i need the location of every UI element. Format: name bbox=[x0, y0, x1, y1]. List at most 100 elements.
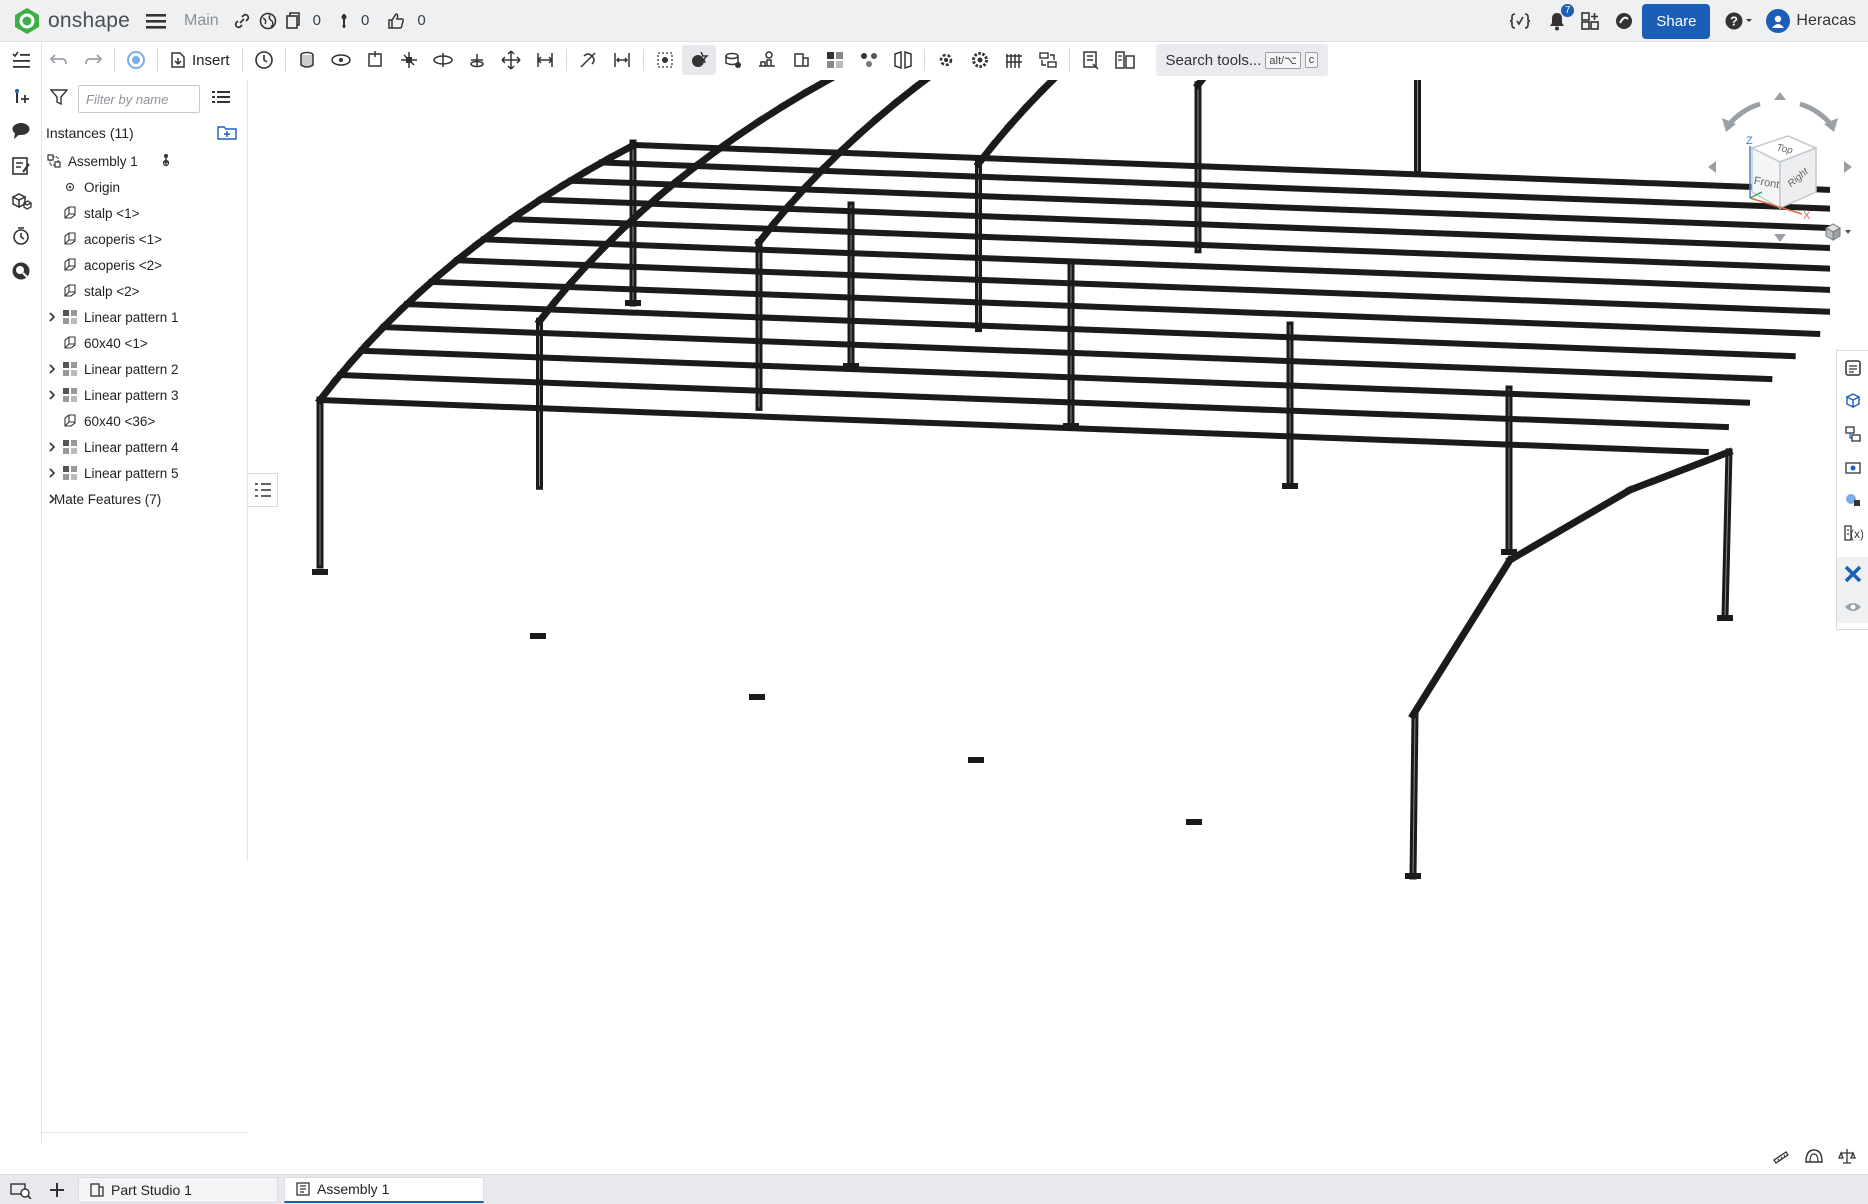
app-store-icon[interactable] bbox=[1580, 11, 1600, 31]
rafter[interactable] bbox=[565, 260, 592, 289]
base-plate[interactable] bbox=[1282, 483, 1298, 489]
help-icon[interactable]: ? bbox=[1724, 11, 1754, 31]
menu-icon[interactable] bbox=[144, 9, 168, 33]
rafter[interactable] bbox=[1408, 555, 1515, 720]
tree-item[interactable]: stalp <1> bbox=[42, 200, 247, 226]
mate-connector-icon[interactable] bbox=[160, 152, 172, 171]
feature-list-icon[interactable] bbox=[0, 43, 42, 78]
new-folder-icon[interactable] bbox=[217, 124, 237, 143]
configurations-icon[interactable] bbox=[1837, 417, 1868, 450]
base-plate[interactable] bbox=[312, 569, 328, 575]
rafter[interactable] bbox=[1037, 80, 1059, 96]
comments-icon[interactable] bbox=[0, 113, 42, 148]
cylindrical-mate-icon[interactable] bbox=[426, 45, 460, 75]
base-plate[interactable] bbox=[1186, 819, 1202, 825]
tree-item[interactable]: Linear pattern 1 bbox=[42, 304, 247, 330]
tree-item[interactable]: Linear pattern 2 bbox=[42, 356, 247, 382]
base-plate[interactable] bbox=[1405, 873, 1421, 879]
view-options-icon[interactable] bbox=[1824, 223, 1851, 241]
rotate-right-arrow-icon[interactable] bbox=[1799, 101, 1838, 132]
branch-icon[interactable] bbox=[339, 12, 349, 30]
group-icon[interactable] bbox=[681, 45, 716, 75]
rotate-left-icon[interactable] bbox=[1708, 161, 1716, 173]
purlin[interactable] bbox=[358, 347, 1751, 406]
tree-item[interactable]: stalp <2> bbox=[42, 278, 247, 304]
rotate-up-arrow-icon[interactable] bbox=[1774, 92, 1786, 100]
parallel-mate-icon[interactable] bbox=[528, 45, 562, 75]
base-plate[interactable] bbox=[625, 300, 641, 306]
like-icon[interactable] bbox=[387, 12, 405, 30]
rafter[interactable] bbox=[911, 80, 937, 92]
chevron-right-icon[interactable] bbox=[46, 493, 58, 505]
chevron-right-icon[interactable] bbox=[46, 363, 58, 375]
rafter[interactable] bbox=[733, 115, 765, 141]
tree-item[interactable]: Linear pattern 3 bbox=[42, 382, 247, 408]
relation-rack-icon[interactable] bbox=[750, 45, 784, 75]
revolute-mate-icon[interactable] bbox=[324, 45, 358, 75]
rafter[interactable] bbox=[988, 121, 1014, 150]
named-views-icon[interactable] bbox=[1837, 450, 1868, 483]
mirror-icon[interactable] bbox=[886, 45, 920, 75]
rafter[interactable] bbox=[1193, 80, 1213, 90]
rafter[interactable] bbox=[853, 113, 882, 141]
rafter[interactable] bbox=[871, 97, 901, 124]
insert-button[interactable]: Insert bbox=[162, 45, 238, 75]
purlin[interactable] bbox=[380, 323, 1773, 383]
chevron-right-icon[interactable] bbox=[46, 311, 58, 323]
base-plate[interactable] bbox=[1063, 423, 1079, 429]
circular-pattern-icon[interactable] bbox=[852, 45, 886, 75]
rafter[interactable] bbox=[891, 81, 921, 108]
view-cube[interactable]: Top Front Right Z X bbox=[1700, 88, 1860, 248]
tree-item[interactable]: Linear pattern 4 bbox=[42, 434, 247, 460]
ball-mate-icon[interactable] bbox=[494, 45, 528, 75]
rafter[interactable] bbox=[834, 130, 863, 158]
rafter[interactable] bbox=[1505, 485, 1635, 565]
tree-item[interactable]: acoperis <1> bbox=[42, 226, 247, 252]
branch-name[interactable]: Main bbox=[184, 12, 219, 30]
analysis-icon[interactable] bbox=[0, 253, 42, 288]
visibility-icon[interactable] bbox=[1837, 590, 1868, 623]
mate-connector-icon[interactable] bbox=[648, 45, 682, 75]
display-states-icon[interactable] bbox=[1837, 483, 1868, 516]
rafter[interactable] bbox=[1625, 447, 1734, 495]
appearance-icon[interactable] bbox=[1837, 384, 1868, 417]
add-tab-button[interactable] bbox=[42, 1176, 72, 1204]
rotate-right-icon[interactable] bbox=[1844, 161, 1852, 173]
fastened-mate-icon[interactable] bbox=[290, 45, 324, 75]
pin-slot-mate-icon[interactable] bbox=[460, 45, 494, 75]
bom-icon[interactable] bbox=[1074, 45, 1108, 75]
rafter[interactable] bbox=[1020, 85, 1047, 114]
filter-by-name-input[interactable] bbox=[78, 85, 200, 113]
slider-mate-icon[interactable] bbox=[358, 45, 392, 75]
base-plate[interactable] bbox=[843, 363, 859, 369]
globe-icon[interactable] bbox=[259, 12, 277, 30]
section-view-icon[interactable] bbox=[1804, 1148, 1824, 1169]
settings-gear-icon[interactable] bbox=[963, 45, 997, 75]
tree-item[interactable]: Mate Features (7) bbox=[42, 486, 247, 512]
measure-icon[interactable] bbox=[1772, 1148, 1790, 1169]
purlin[interactable] bbox=[428, 278, 1821, 337]
purlin[interactable] bbox=[336, 371, 1729, 431]
history-icon[interactable] bbox=[0, 218, 42, 253]
mass-properties-icon[interactable] bbox=[1838, 1148, 1856, 1169]
search-tools[interactable]: Search tools... alt/⌥ c bbox=[1155, 44, 1329, 76]
steel-frame-model[interactable] bbox=[250, 80, 1830, 880]
list-view-icon[interactable] bbox=[212, 89, 230, 110]
planar-mate-icon[interactable] bbox=[392, 45, 426, 75]
graphics-viewport[interactable] bbox=[250, 80, 1830, 880]
purlin[interactable] bbox=[316, 396, 1709, 456]
tree-item[interactable]: Assembly 1 bbox=[42, 148, 247, 174]
purlin[interactable] bbox=[453, 257, 1830, 315]
base-plate[interactable] bbox=[749, 694, 765, 700]
tab-manager-icon[interactable] bbox=[10, 1181, 32, 1204]
explode-gear-icon[interactable] bbox=[929, 45, 963, 75]
insert-mate-icon[interactable] bbox=[0, 78, 42, 113]
tree-item[interactable]: Linear pattern 5 bbox=[42, 460, 247, 486]
tangent-mate-icon[interactable] bbox=[571, 45, 605, 75]
rafter[interactable] bbox=[755, 101, 788, 126]
filter-icon[interactable] bbox=[49, 88, 69, 111]
replace-icon[interactable] bbox=[1031, 45, 1065, 75]
notifications-icon[interactable]: 7 bbox=[1548, 4, 1575, 31]
assembly-table-icon[interactable] bbox=[1108, 45, 1142, 75]
parts-icon[interactable] bbox=[0, 183, 42, 218]
